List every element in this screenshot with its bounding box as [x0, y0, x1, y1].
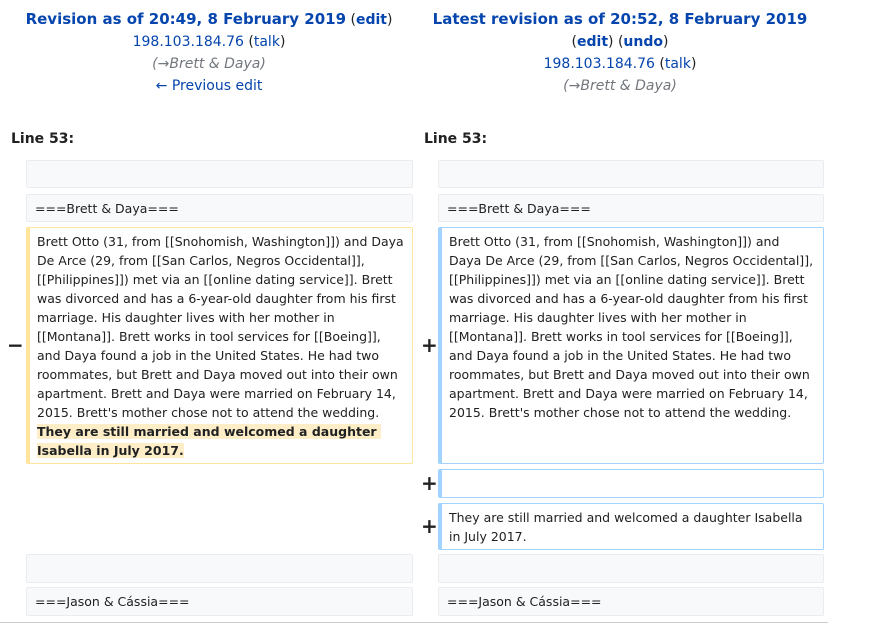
- context-heading2-right: ===Jason & Cássia===: [438, 587, 824, 616]
- context-empty-right: [438, 160, 824, 188]
- deleted-paragraph-text: Brett Otto (31, from [[Snohomish, Washin…: [37, 234, 408, 420]
- context-heading-right: ===Brett & Daya===: [438, 194, 824, 222]
- bottom-divider: [0, 622, 828, 623]
- plus-marker: +: [421, 333, 438, 357]
- minus-marker: −: [7, 333, 24, 357]
- left-line-number: Line 53:: [11, 131, 75, 147]
- deleted-paragraph: Brett Otto (31, from [[Snohomish, Washin…: [26, 227, 413, 464]
- added-paragraph: Brett Otto (31, from [[Snohomish, Washin…: [438, 227, 824, 464]
- right-edit-summary: (→Brett & Daya): [563, 78, 677, 94]
- right-revision-header: Latest revision as of 20:52, 8 February …: [412, 8, 828, 97]
- right-revision-title-link[interactable]: Latest revision as of 20:52, 8 February …: [433, 10, 808, 28]
- context-empty-left: [26, 160, 413, 188]
- added-empty-line: [438, 469, 824, 498]
- left-revision-header: Revision as of 20:49, 8 February 2019 (e…: [0, 8, 418, 97]
- added-sentence: They are still married and welcomed a da…: [438, 503, 824, 550]
- left-talk-link[interactable]: talk: [254, 34, 280, 50]
- right-talk-link[interactable]: talk: [665, 56, 691, 72]
- plus-marker-empty: +: [421, 471, 438, 495]
- left-edit-link[interactable]: edit: [356, 12, 387, 28]
- context-heading-left: ===Brett & Daya===: [26, 194, 413, 222]
- context-empty-right-2: [438, 554, 824, 583]
- left-user-link[interactable]: 198.103.184.76: [133, 34, 244, 50]
- context-heading2-left: ===Jason & Cássia===: [26, 587, 413, 616]
- right-line-number: Line 53:: [424, 131, 488, 147]
- left-revision-title-link[interactable]: Revision as of 20:49, 8 February 2019: [26, 10, 346, 28]
- undo-link[interactable]: undo: [623, 34, 663, 50]
- right-user-link[interactable]: 198.103.184.76: [544, 56, 655, 72]
- right-edit-link[interactable]: edit: [577, 34, 608, 50]
- left-edit-summary: (→Brett & Daya): [152, 56, 266, 72]
- previous-edit-link[interactable]: ← Previous edit: [156, 78, 263, 94]
- plus-marker-sentence: +: [421, 514, 438, 538]
- deleted-highlight: They are still married and welcomed a da…: [37, 424, 381, 458]
- context-empty-left-2: [26, 554, 413, 583]
